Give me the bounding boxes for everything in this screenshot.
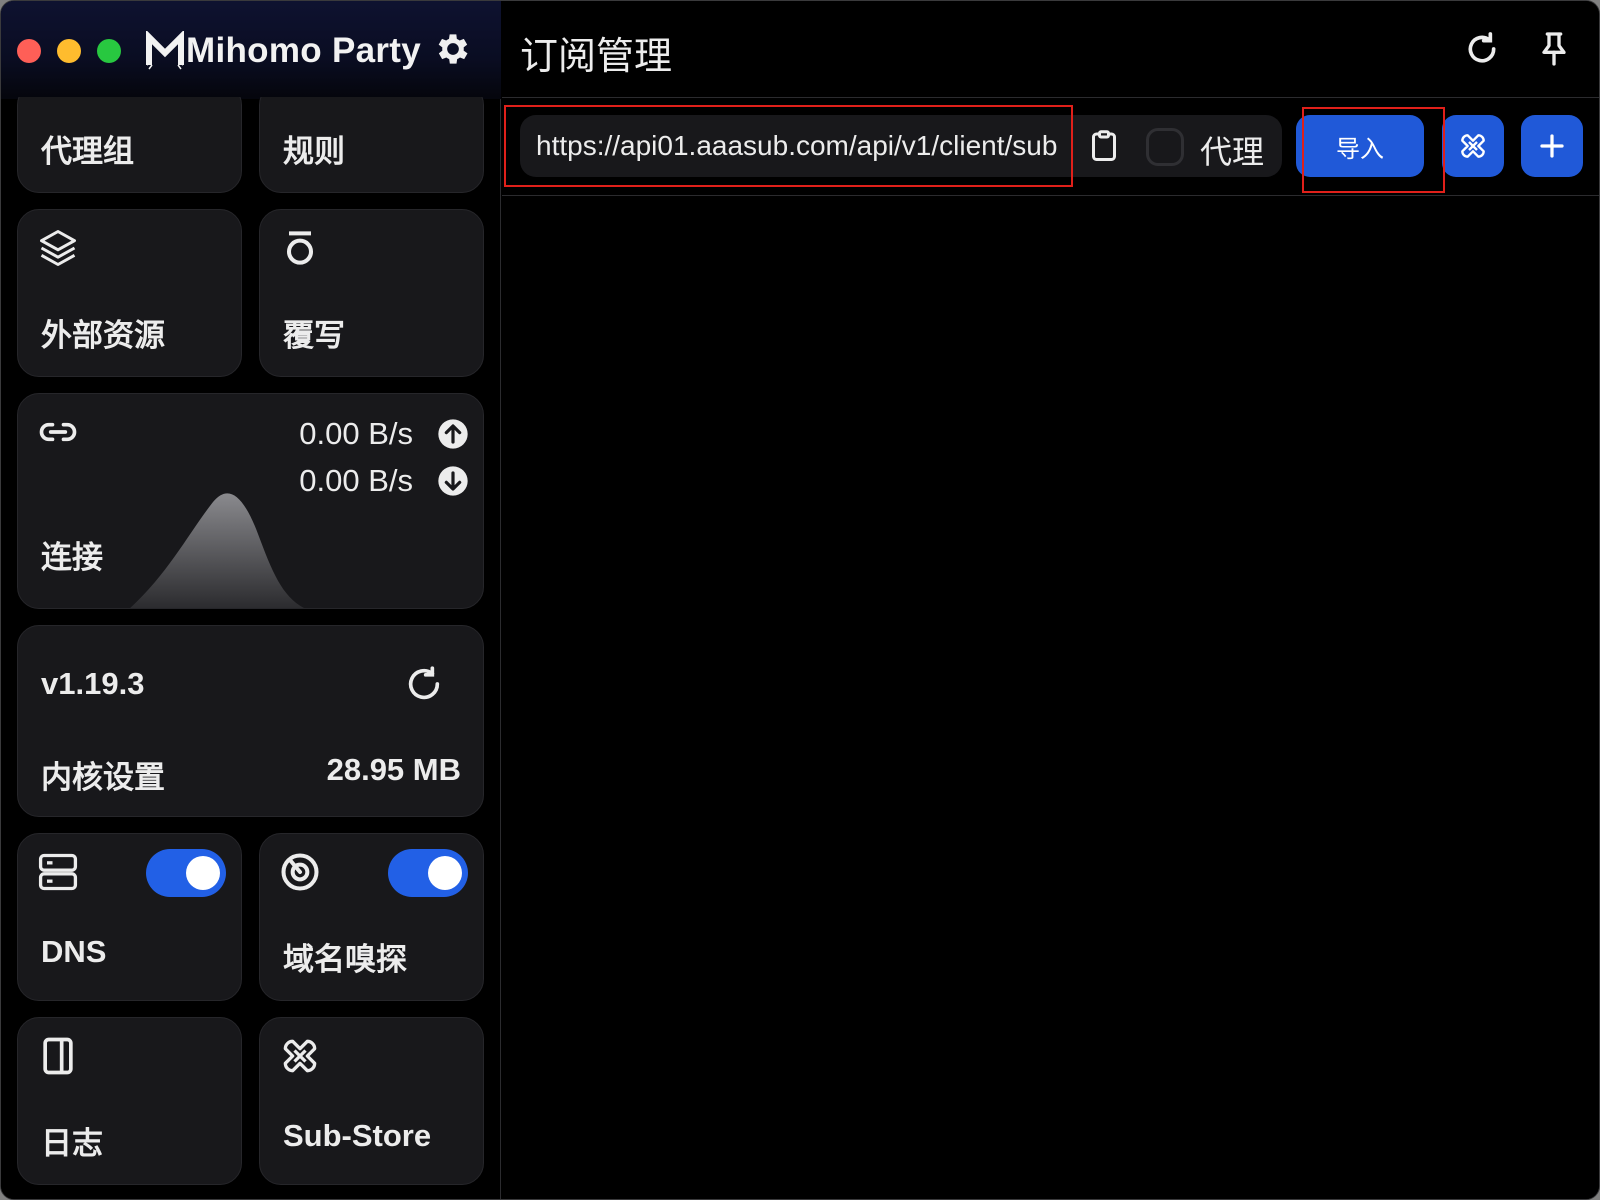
subscription-toolbar: 代理 导入	[502, 98, 1599, 196]
add-subscription-button[interactable]	[1521, 115, 1583, 177]
card-rules-label: 规则	[283, 134, 345, 169]
card-substore-label: Sub-Store	[283, 1118, 432, 1153]
card-domain-sniff-label: 域名嗅探	[283, 942, 407, 977]
core-update-refresh-icon[interactable]	[404, 664, 444, 704]
card-override-label: 覆写	[283, 318, 345, 353]
card-substore[interactable]: Sub-Store	[259, 1017, 484, 1185]
app-window: Mihomo Party 代理组 规则 Mihomo Party	[0, 0, 1600, 1200]
substore-icon	[1461, 134, 1485, 158]
import-button[interactable]: 导入	[1296, 115, 1424, 177]
minimize-window-button[interactable]	[57, 39, 81, 63]
download-arrow-icon	[438, 466, 468, 496]
main-panel: 订阅管理 https://api01.aaasub.com/api/v1/cli…	[502, 1, 1599, 1199]
title-bar-overlay: Mihomo Party	[1, 1, 501, 97]
pin-icon[interactable]	[1534, 29, 1574, 69]
subscription-url-group: 代理	[520, 115, 1282, 177]
card-core-settings-label: 内核设置	[41, 760, 165, 795]
card-logs-label: 日志	[41, 1126, 103, 1161]
card-core-settings[interactable]: v1.19.3 内核设置 28.95 MB	[17, 625, 484, 817]
card-dns[interactable]: DNS	[17, 833, 242, 1001]
card-domain-sniff[interactable]: 域名嗅探	[259, 833, 484, 1001]
refresh-icon[interactable]	[1462, 29, 1502, 69]
substore-icon	[283, 1039, 317, 1073]
card-logs[interactable]: 日志	[17, 1017, 242, 1185]
app-brand: Mihomo Party	[146, 25, 421, 77]
card-external-resources[interactable]: 外部资源	[17, 209, 242, 377]
link-icon	[39, 422, 77, 442]
settings-gear-icon[interactable]	[433, 29, 473, 69]
app-name: Mihomo Party	[186, 31, 422, 70]
mihomo-logo-icon	[146, 31, 184, 70]
sidebar-panel-icon	[43, 1037, 73, 1075]
close-window-button[interactable]	[17, 39, 41, 63]
core-memory-usage: 28.95 MB	[326, 752, 461, 787]
upload-speed: 0.00 B/s	[299, 416, 413, 451]
card-connections[interactable]: 0.00 B/s 0.00 B/s 连接	[17, 393, 484, 609]
layers-icon	[40, 230, 76, 266]
clipboard-paste-icon[interactable]	[1086, 128, 1122, 164]
domain-sniff-toggle[interactable]	[388, 849, 468, 897]
card-connections-label: 连接	[41, 540, 103, 575]
main-header: 订阅管理	[502, 1, 1599, 98]
card-proxy-groups-label: 代理组	[41, 134, 134, 169]
card-rules[interactable]: 规则	[259, 83, 484, 193]
dns-toggle-knob	[186, 856, 220, 890]
subscription-url-input[interactable]	[536, 115, 1060, 177]
radar-icon	[281, 853, 319, 891]
card-proxy-groups[interactable]: 代理组	[17, 83, 242, 193]
plus-icon	[1540, 134, 1564, 158]
traffic-sparkline	[130, 493, 305, 608]
card-override[interactable]: 覆写	[259, 209, 484, 377]
override-icon	[286, 231, 314, 265]
card-external-resources-label: 外部资源	[41, 318, 165, 353]
sidebar: Mihomo Party 代理组 规则 Mihomo Party	[1, 1, 501, 1199]
substore-button[interactable]	[1442, 115, 1504, 177]
server-icon	[38, 853, 78, 891]
use-proxy-checkbox[interactable]	[1146, 128, 1184, 166]
zoom-window-button[interactable]	[97, 39, 121, 63]
domain-sniff-toggle-knob	[428, 856, 462, 890]
card-dns-label: DNS	[41, 934, 107, 969]
use-proxy-label: 代理	[1200, 134, 1265, 170]
upload-arrow-icon	[438, 419, 468, 449]
core-version: v1.19.3	[41, 666, 145, 701]
page-title: 订阅管理	[520, 36, 673, 78]
dns-toggle[interactable]	[146, 849, 226, 897]
